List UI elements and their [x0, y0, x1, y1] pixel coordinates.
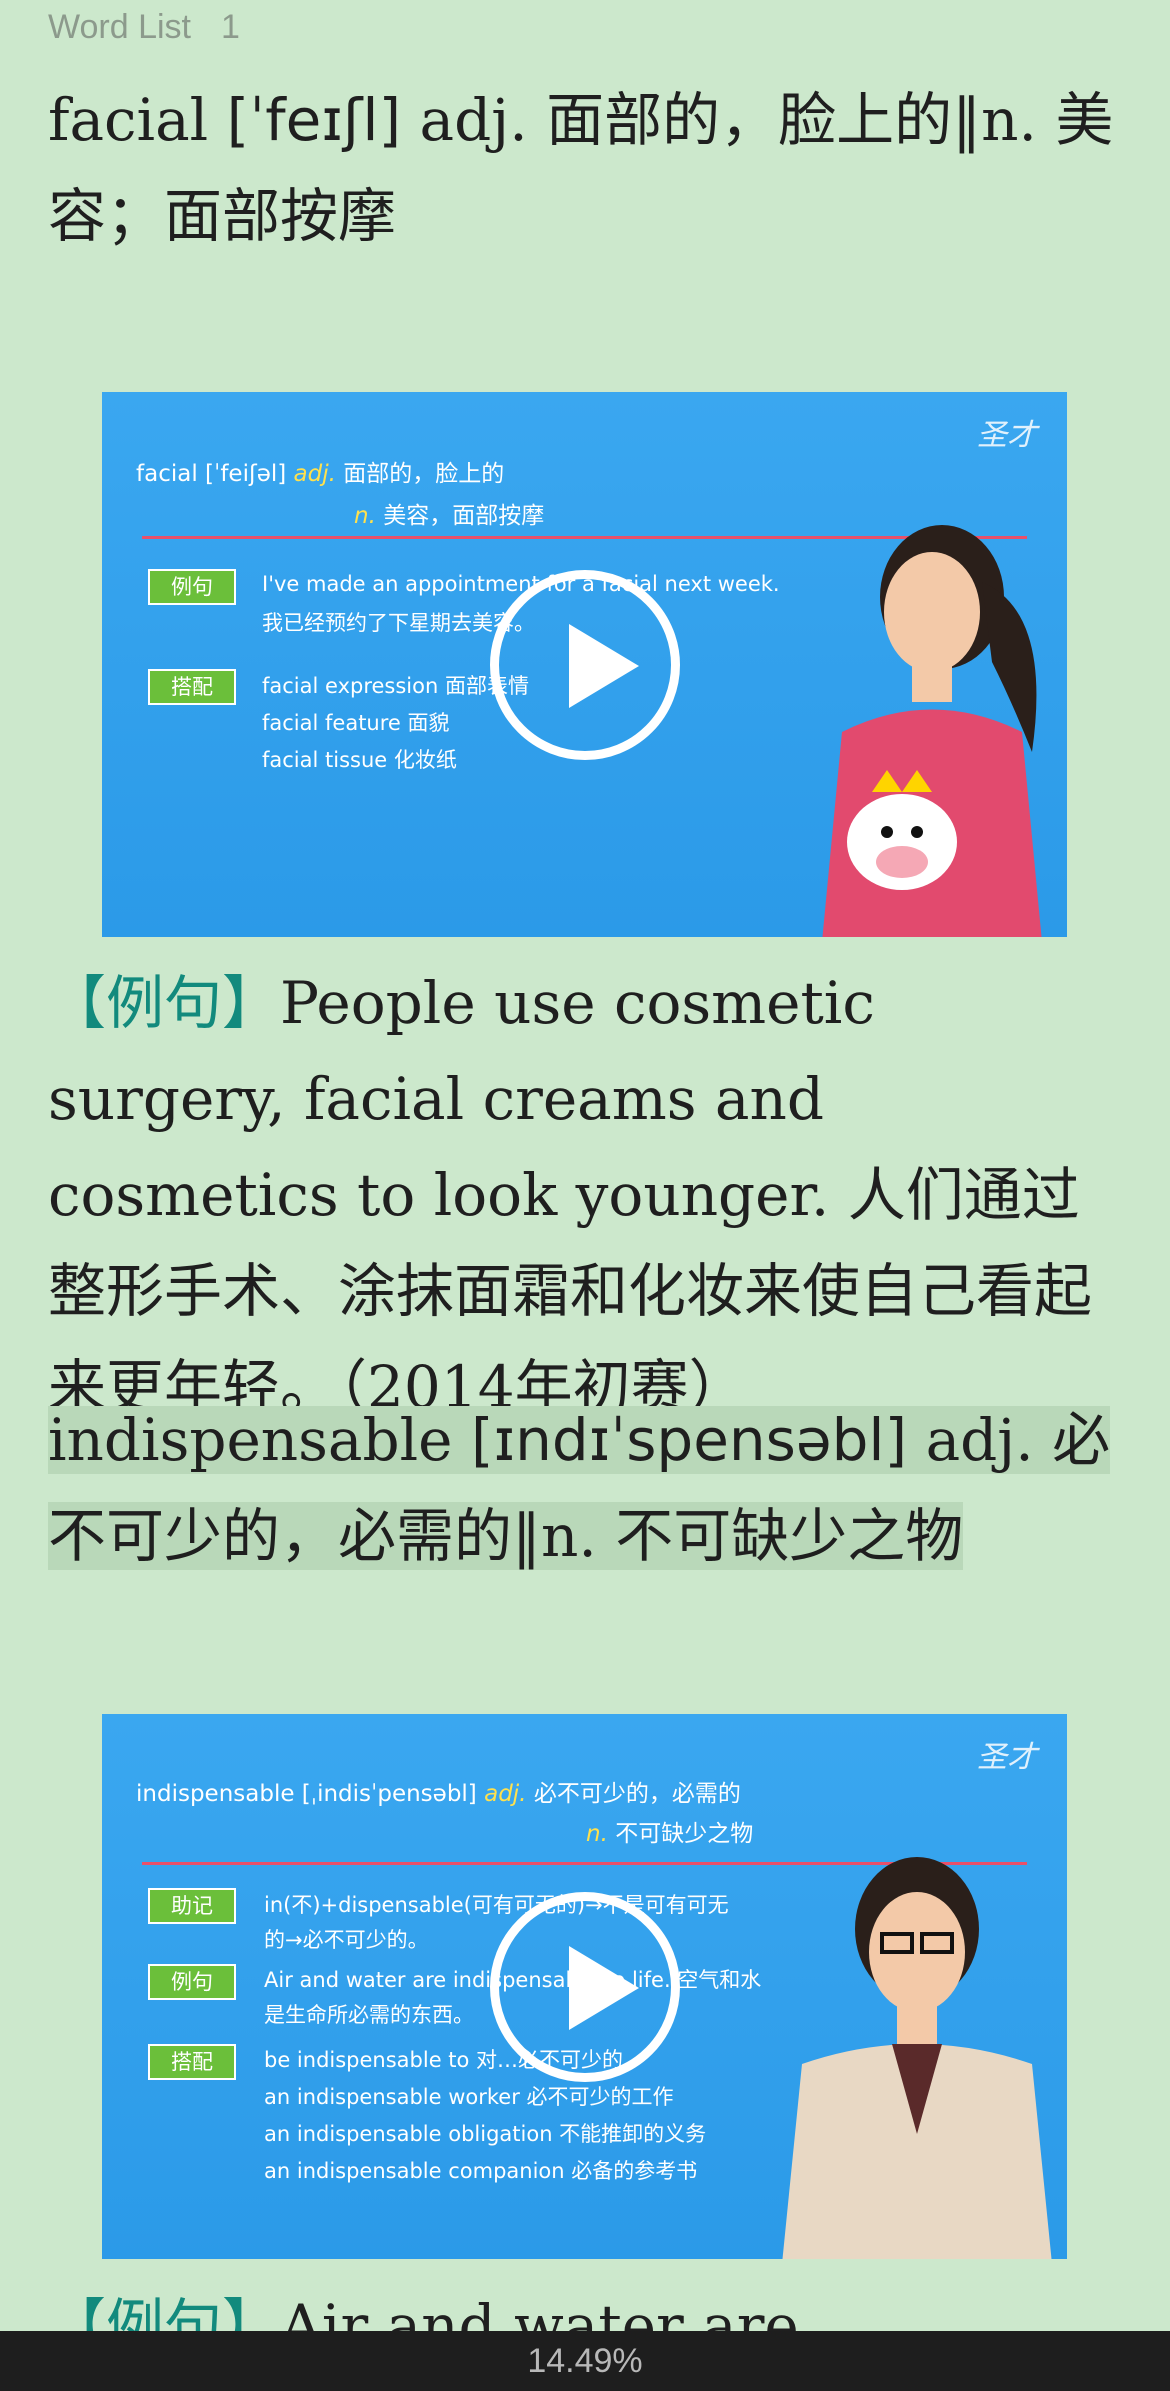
video-logo: 圣才 — [977, 1740, 1037, 1775]
word-entry-facial[interactable]: facial [ˈfeɪʃl] adj. 面部的，脸上的‖n. 美容；面部按摩 — [48, 72, 1123, 264]
entry-word: facial — [48, 86, 209, 154]
presenter-image — [782, 1857, 1052, 2259]
video-label-example: 例句 — [148, 569, 236, 605]
video-line: facial feature 面貌 — [262, 711, 450, 735]
presenter-image — [822, 525, 1042, 937]
video-line: an indispensable obligation 不能推卸的义务 — [264, 2122, 707, 2146]
example-tag: 【例句】 — [48, 969, 281, 1037]
video-label-collocation: 搭配 — [148, 669, 236, 705]
video-title: facial [ˈfeiʃəl] adj. 面部的，脸上的 — [136, 461, 505, 487]
word-list-header: Word List 1 — [48, 8, 240, 47]
play-button[interactable] — [489, 1891, 680, 2082]
video-line: facial expression 面部表情 — [262, 674, 529, 698]
video-line: in(不)+dispensable(可有可无的)→不是可有可无 — [264, 1893, 729, 1917]
reading-progress-bar: 14.49% — [0, 2331, 1170, 2391]
video-label-collocation: 搭配 — [148, 2044, 236, 2080]
video-label-example: 例句 — [148, 1964, 236, 2000]
word-list-count: 1 — [220, 8, 240, 46]
entry-definition: adj. 面部的，脸上的‖n. 美容；面部按摩 — [48, 86, 1114, 250]
video-player-indispensable[interactable]: 圣才 indispensable [ˌindisˈpensəbl] adj. 必… — [102, 1714, 1067, 2259]
example-sentence-indispensable: 【例句】Air and water are indispensable to — [48, 2278, 1128, 2331]
progress-percent: 14.49% — [527, 2342, 643, 2380]
video-line: facial tissue 化妆纸 — [262, 748, 457, 772]
example-sentence-facial: 【例句】People use cosmetic surgery, facial … — [48, 955, 1128, 1435]
video-subtitle: n. 不可缺少之物 — [586, 1821, 754, 1847]
video-line: 的→必不可少的。 — [264, 1928, 429, 1952]
video-title: indispensable [ˌindisˈpensəbl] adj. 必不可少… — [136, 1781, 741, 1807]
word-entry-indispensable[interactable]: indispensable [ɪndɪˈspensəbl] adj. 必不可少的… — [48, 1392, 1123, 1584]
word-list-title: Word List — [48, 8, 191, 46]
video-line: 是生命所必需的东西。 — [264, 2003, 474, 2027]
entry-ipa: [ˈfeɪʃl] — [226, 86, 402, 154]
video-player-facial[interactable]: 圣才 facial [ˈfeiʃəl] adj. 面部的，脸上的 n. 美容，面… — [102, 392, 1067, 937]
play-button[interactable] — [489, 569, 680, 760]
video-line: an indispensable worker 必不可少的工作 — [264, 2085, 674, 2109]
video-label-mnemonic: 助记 — [148, 1888, 236, 1924]
video-logo: 圣才 — [977, 418, 1037, 453]
video-line: an indispensable companion 必备的参考书 — [264, 2159, 698, 2183]
entry-ipa: [ɪndɪˈspensəbl] — [470, 1406, 908, 1474]
video-subtitle: n. 美容，面部按摩 — [354, 503, 545, 529]
example-tag: 【例句】 — [48, 2292, 281, 2331]
entry-word: indispensable — [48, 1406, 453, 1474]
